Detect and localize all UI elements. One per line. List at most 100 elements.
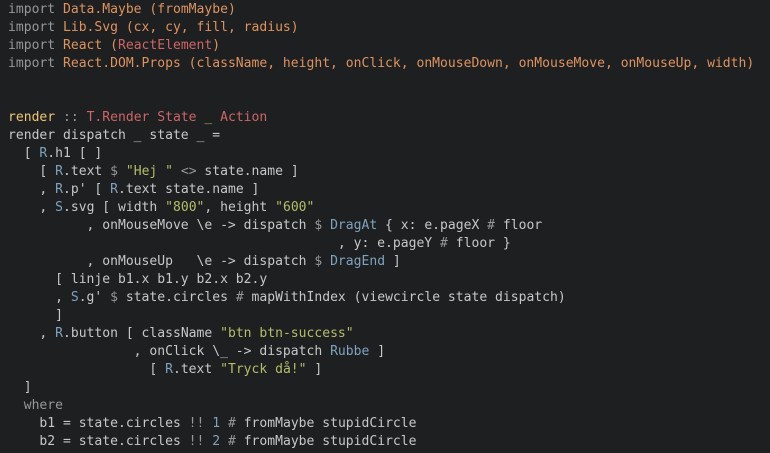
code-token-plain: , <box>8 290 71 305</box>
code-line: [ R.h1 [ ] <box>8 145 770 163</box>
code-token-operator: $ <box>110 290 126 305</box>
code-token-plain: .h1 [ ] <box>47 146 103 161</box>
code-token-plain: ] <box>369 344 386 359</box>
code-token-keyword: import <box>8 2 63 17</box>
code-token-plain: , onMouseUp \e -> dispatch <box>8 254 315 269</box>
code-token-type: T.Render State <box>86 110 205 125</box>
code-token-keyword: import <box>8 20 63 35</box>
code-token-plain: floor <box>502 218 543 233</box>
code-token-qualifier: R <box>55 182 63 197</box>
code-token-operator: <> <box>173 164 205 179</box>
code-line: , R.p' [ R.text state.name ] <box>8 181 770 199</box>
code-token-qualifier: R <box>165 362 173 377</box>
code-token-operator: # <box>440 236 456 251</box>
code-line: , onMouseMove \e -> dispatch $ DragAt { … <box>8 217 770 235</box>
code-line: , y: e.pageY # floor } <box>8 235 770 253</box>
code-token-operator: $ <box>110 164 126 179</box>
code-token-plain: ] <box>385 254 401 269</box>
code-token-plain: b2 = state.circles <box>8 434 189 449</box>
code-token-plain: .p' [ <box>63 182 111 197</box>
code-token-module: Data.Maybe <box>62 2 142 17</box>
code-token-operator: # <box>235 290 252 305</box>
code-line: where <box>8 397 770 415</box>
code-token-plain: , onClick \_ -> dispatch <box>8 344 331 359</box>
code-token-qualifier: Rubbe <box>330 344 370 359</box>
code-token-plain: [ <box>8 146 40 161</box>
code-line: b1 = state.circles !! 1 # fromMaybe stup… <box>8 415 770 433</box>
code-token-module: React <box>62 38 103 53</box>
code-token-plain: b1 = state.circles <box>8 416 189 431</box>
code-token-module: (fromMaybe) <box>149 2 236 17</box>
code-token-plain: fromMaybe stupidCircle <box>243 416 417 431</box>
code-token-plain: { x: e.pageX <box>377 218 488 233</box>
code-line: render :: T.Render State _ Action <box>8 109 770 127</box>
code-token-type: ReactElement <box>117 38 213 53</box>
code-token-plain: , <box>8 200 56 215</box>
code-token-operator: !! <box>188 434 213 449</box>
code-token-qualifier: R <box>55 164 63 179</box>
code-token-string: "btn btn-success" <box>220 326 354 341</box>
code-token-plain: mapWithIndex (viewcircle state dispatch) <box>251 290 566 305</box>
code-line: , S.svg [ width "800", height "600" <box>8 199 770 217</box>
code-token-plain: state.circles <box>125 290 236 305</box>
code-token-plain: .button [ className <box>63 326 221 341</box>
code-line: render dispatch _ state _ = <box>8 127 770 145</box>
code-token-plain: [ linje b1.x b1.y b2.x b2.y <box>8 272 268 287</box>
code-token-module: Lib.Svg <box>62 20 118 35</box>
code-token-qualifier: S <box>55 200 63 215</box>
code-editor[interactable]: import Data.Maybe (fromMaybe) import Lib.… <box>0 0 770 453</box>
code-token-module: ) <box>212 38 221 53</box>
code-line: , onClick \_ -> dispatch Rubbe ] <box>8 343 770 361</box>
code-token-plain: .text state.name ] <box>118 182 260 197</box>
code-token-module: ( <box>110 38 118 53</box>
code-token-plain: , <box>8 182 56 197</box>
code-token-operator: $ <box>314 218 331 233</box>
code-token-plain: state.name ] <box>204 164 299 179</box>
code-line: , onMouseUp \e -> dispatch $ DragEnd ] <box>8 253 770 271</box>
code-token-qualifier: DragAt <box>330 218 378 233</box>
code-line: b2 = state.circles !! 2 # fromMaybe stup… <box>8 433 770 451</box>
code-token-plain: ] <box>8 308 63 323</box>
code-token-function_def: render <box>8 110 56 125</box>
code-token-operator: # <box>227 416 244 431</box>
code-token-plain: ] <box>306 362 323 377</box>
code-token-qualifier: DragEnd <box>330 254 386 269</box>
code-token-qualifier: R <box>110 182 118 197</box>
code-line: import React (ReactElement) <box>8 37 770 55</box>
code-token-plain: , y: e.pageY <box>8 236 441 251</box>
code-token-number: 1 <box>212 416 221 431</box>
code-token-number: 2 <box>212 434 221 449</box>
code-token-plain: floor } <box>455 236 511 251</box>
code-token-plain: [ <box>8 362 166 377</box>
code-token-type: Action <box>212 110 268 125</box>
code-token-plain: render dispatch _ state _ = <box>8 128 221 143</box>
code-token-string: "Hej " <box>125 164 173 179</box>
code-token-plain: .svg [ width <box>63 200 166 215</box>
code-token-plain: .text <box>63 164 111 179</box>
code-token-plain: .g' <box>78 290 111 305</box>
code-token-operator: $ <box>314 254 331 269</box>
code-token-operator: # <box>227 434 244 449</box>
code-token-operator: !! <box>188 416 213 431</box>
code-token-string: "Tryck då!" <box>220 362 307 377</box>
code-token-operator: # <box>487 218 503 233</box>
code-token-plain: [ <box>8 164 56 179</box>
code-token-qualifier: S <box>70 290 79 305</box>
code-line: import Lib.Svg (cx, cy, fill, radius) <box>8 19 770 37</box>
code-line: , R.button [ className "btn btn-success" <box>8 325 770 343</box>
code-line: [ R.text "Tryck då!" ] <box>8 361 770 379</box>
code-token-plain: ] <box>8 380 32 395</box>
code-token-operator: :: <box>55 110 87 125</box>
code-line: [ linje b1.x b1.y b2.x b2.y <box>8 271 770 289</box>
code-token-keyword: import <box>8 56 63 71</box>
code-token-plain: , height <box>204 200 276 215</box>
code-line: ] <box>8 307 770 325</box>
code-token-module: (cx, cy, fill, radius) <box>125 20 299 35</box>
code-token-string: "800" <box>165 200 205 215</box>
